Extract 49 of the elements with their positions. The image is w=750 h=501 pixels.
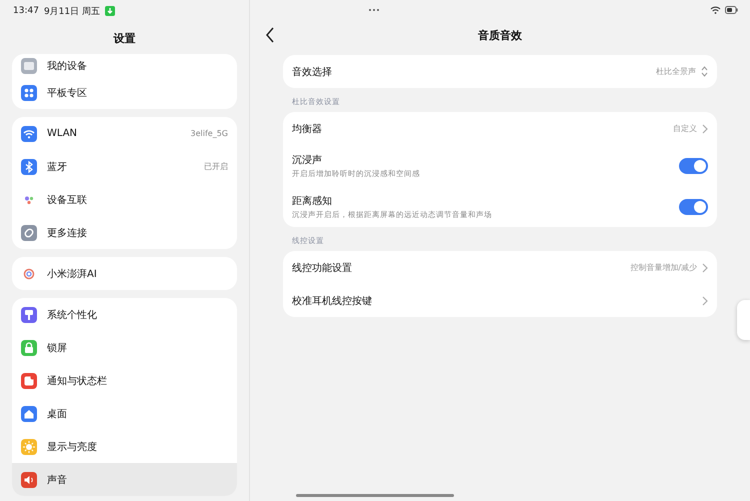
item-value: 3elife_5G — [190, 129, 228, 138]
chevron-right-icon[interactable] — [702, 296, 708, 306]
status-time: 13:47 — [13, 6, 39, 16]
setting-label: 线控功能设置 — [292, 262, 353, 274]
setting-label: 沉浸声 — [292, 154, 323, 166]
sidebar-item[interactable]: WLAN 3elife_5G — [12, 117, 237, 150]
item-value: 已开启 — [204, 161, 228, 172]
sidebar-item[interactable]: 显示与亮度 — [12, 430, 237, 463]
sidebar-item[interactable]: 声音 — [12, 463, 237, 496]
sidebar-item[interactable]: 通知与状态栏 — [12, 364, 237, 397]
setting-label: 校准耳机线控按键 — [292, 294, 373, 308]
chevron-right-icon[interactable] — [702, 262, 708, 272]
speaker-icon — [21, 472, 37, 488]
sidebar-item[interactable]: 系统个性化 — [12, 298, 237, 331]
setting-label: 音效选择 — [292, 66, 333, 78]
sidebar-item[interactable]: 蓝牙 已开启 — [12, 150, 237, 183]
status-date: 9月11日 周五 — [44, 6, 100, 18]
page-title: 音质音效 — [478, 28, 522, 42]
sidebar-item[interactable]: 锁屏 — [12, 331, 237, 364]
setting-value: 自定义 — [673, 123, 697, 134]
chevron-right-icon[interactable] — [702, 124, 708, 134]
grid-icon — [21, 84, 37, 100]
bluetooth-icon — [21, 158, 37, 174]
sidebar-item[interactable]: 更多连接 — [12, 216, 237, 249]
sidebar-item[interactable]: 桌面 — [12, 397, 237, 430]
back-icon[interactable] — [265, 27, 275, 43]
download-icon — [104, 6, 115, 16]
notification-icon — [21, 372, 37, 388]
link-icon — [21, 224, 37, 240]
tablet-icon — [21, 58, 37, 74]
lock-icon — [21, 340, 37, 356]
brush-icon — [21, 306, 37, 322]
sun-icon — [21, 438, 37, 454]
sidebar-item[interactable]: 设备互联 — [12, 183, 237, 216]
battery-icon — [725, 6, 738, 14]
up-down-chevron-icon[interactable] — [701, 66, 708, 77]
toggle-switch[interactable] — [679, 198, 708, 214]
sidebar-item[interactable]: 我的设备 — [12, 54, 237, 76]
sidebar-item[interactable]: 平板专区 — [12, 76, 237, 109]
multitask-handle-icon[interactable] — [368, 8, 380, 12]
wifi-icon — [21, 126, 37, 142]
setting-label: 距离感知 — [292, 194, 333, 208]
setting-value: 控制音量增加/减少 — [630, 262, 697, 273]
sidebar-item[interactable]: 小米澎湃AI — [12, 257, 237, 290]
sidebar-title: 设置 — [112, 31, 136, 47]
wifi-icon — [710, 6, 721, 14]
setting-label: 均衡器 — [292, 122, 323, 136]
home-icon — [21, 406, 37, 422]
toggle-switch[interactable] — [679, 158, 708, 174]
